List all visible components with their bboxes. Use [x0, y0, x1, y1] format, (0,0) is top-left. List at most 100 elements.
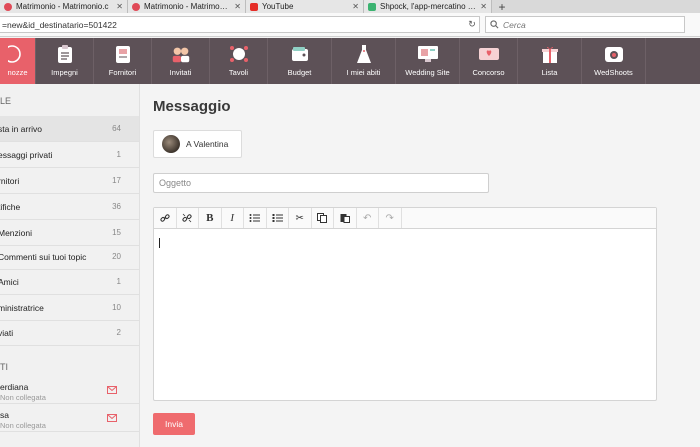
- browser-tab[interactable]: Matrimonio - Matrimonio.c ✕: [128, 0, 246, 13]
- unread-count: 15: [112, 228, 121, 237]
- gift-icon: [539, 43, 561, 65]
- undo-icon: ↶: [363, 212, 372, 224]
- sidebar-item-private-messages[interactable]: essaggi privati 1: [0, 142, 139, 168]
- unlink-button[interactable]: [177, 208, 199, 228]
- paste-icon: [340, 214, 350, 223]
- redo-icon: ↷: [385, 212, 394, 224]
- scissors-icon: ✂: [295, 212, 304, 224]
- sidebar-item-label: viati: [0, 327, 14, 338]
- sidebar-item-mentions[interactable]: Menzioni 15: [0, 220, 139, 246]
- url-text: =new&id_destinatario=501422: [2, 19, 117, 30]
- recipient-chip[interactable]: A Valentina: [153, 130, 242, 158]
- sidebar-item-friends[interactable]: Amici 1: [0, 269, 139, 295]
- sidebar-item-topic-comments[interactable]: Commenti sui tuoi topic 20: [0, 244, 139, 270]
- envelope-icon[interactable]: [107, 414, 117, 422]
- menu-item-label: nozze: [7, 68, 28, 77]
- cut-button[interactable]: ✂: [289, 208, 312, 228]
- menu-item-label: WedShoots: [594, 68, 633, 77]
- menu-item-label: Invitati: [169, 68, 192, 77]
- browser-tab-strip: Matrimonio - Matrimonio.c ✕ Matrimonio -…: [0, 0, 700, 14]
- copy-button[interactable]: [312, 208, 334, 228]
- menu-item-impegni[interactable]: Impegni: [36, 38, 94, 84]
- contact-row[interactable]: erdiana Non collegata: [0, 379, 139, 404]
- menu-item-abiti[interactable]: I miei abiti: [332, 38, 396, 84]
- vendor-icon: [112, 43, 134, 65]
- menu-item-concorso[interactable]: Concorso: [460, 38, 518, 84]
- menu-item-wedding-site[interactable]: Wedding Site: [396, 38, 460, 84]
- new-tab-button[interactable]: +: [492, 0, 512, 14]
- message-sidebar: LE sta in arrivo 64 essaggi privati 1 rn…: [0, 84, 140, 447]
- camera-icon: [603, 43, 625, 65]
- sidebar-item-vendors[interactable]: rnitori 17: [0, 168, 139, 194]
- compose-message-panel: Messaggio A Valentina B I ✂: [141, 84, 700, 447]
- numbered-list-button[interactable]: [267, 208, 289, 228]
- link-button[interactable]: [154, 208, 177, 228]
- reload-icon[interactable]: ↻: [465, 16, 479, 33]
- rich-text-editor: B I ✂ ↶ ↷: [153, 207, 657, 401]
- close-tab-icon[interactable]: ✕: [480, 2, 487, 11]
- table-icon: [228, 43, 250, 65]
- sidebar-item-label: sta in arrivo: [0, 123, 42, 134]
- checklist-icon: [54, 43, 76, 65]
- subject-input[interactable]: [153, 173, 489, 193]
- copy-icon: [317, 213, 328, 223]
- sidebar-item-label: tifiche: [0, 201, 21, 212]
- menu-item-label: I miei abiti: [346, 68, 381, 77]
- menu-item-nozze[interactable]: nozze: [0, 38, 36, 84]
- menu-item-tavoli[interactable]: Tavoli: [210, 38, 268, 84]
- tab-title: Matrimonio - Matrimonio.c: [16, 2, 109, 11]
- redo-button[interactable]: ↷: [379, 208, 402, 228]
- tab-title: Matrimonio - Matrimonio.c: [144, 2, 231, 11]
- sidebar-item-label: Amici: [0, 276, 19, 287]
- browser-tab[interactable]: Shpock, l'app-mercatino de ✕: [364, 0, 492, 13]
- wallet-icon: [289, 43, 311, 65]
- bold-button[interactable]: B: [199, 208, 222, 228]
- italic-button[interactable]: I: [222, 208, 244, 228]
- contact-row[interactable]: sa Non collegata: [0, 407, 139, 432]
- paste-button[interactable]: [334, 208, 357, 228]
- ring-icon: [7, 43, 29, 65]
- unread-count: 20: [112, 252, 121, 261]
- tab-title: Shpock, l'app-mercatino de: [380, 2, 477, 11]
- close-tab-icon[interactable]: ✕: [116, 2, 123, 11]
- sidebar-item-notifications[interactable]: tifiche 36: [0, 194, 139, 220]
- unread-count: 17: [112, 176, 121, 185]
- website-icon: [417, 43, 439, 65]
- menu-item-lista[interactable]: Lista: [518, 38, 582, 84]
- heart-favicon-icon: [4, 2, 12, 11]
- menu-item-label: Impegni: [51, 68, 78, 77]
- sidebar-item-label: Commenti sui tuoi topic: [0, 251, 87, 262]
- envelope-icon[interactable]: [107, 386, 117, 394]
- bullet-list-button[interactable]: [244, 208, 267, 228]
- close-tab-icon[interactable]: ✕: [234, 2, 241, 11]
- send-button[interactable]: Invia: [153, 413, 195, 435]
- close-tab-icon[interactable]: ✕: [352, 2, 359, 11]
- menu-item-budget[interactable]: Budget: [268, 38, 332, 84]
- sidebar-item-sent[interactable]: viati 2: [0, 320, 139, 346]
- unread-count: 1: [116, 150, 121, 159]
- sidebar-item-admin[interactable]: ministratrice 10: [0, 295, 139, 321]
- italic-icon: I: [230, 212, 235, 224]
- browser-tab[interactable]: YouTube ✕: [246, 0, 364, 13]
- tab-title: YouTube: [262, 2, 294, 11]
- bold-icon: B: [206, 212, 214, 224]
- unread-count: 10: [112, 303, 121, 312]
- unread-count: 36: [112, 202, 121, 211]
- menu-item-invitati[interactable]: Invitati: [152, 38, 210, 84]
- page-title: Messaggio: [153, 98, 231, 115]
- sidebar-item-inbox[interactable]: sta in arrivo 64: [0, 116, 139, 142]
- message-body-area[interactable]: [154, 229, 656, 400]
- undo-button[interactable]: ↶: [357, 208, 379, 228]
- unread-count: 64: [112, 124, 121, 133]
- menu-item-wedshoots[interactable]: WedShoots: [582, 38, 646, 84]
- unread-count: 2: [116, 328, 121, 337]
- contact-status: Non collegata: [0, 393, 46, 402]
- browser-tab[interactable]: Matrimonio - Matrimonio.c ✕: [0, 0, 128, 13]
- menu-item-fornitori[interactable]: Fornitori: [94, 38, 152, 84]
- heart-favicon-icon: [132, 2, 140, 11]
- bullet-list-icon: [249, 214, 261, 222]
- folders-section-title: LE: [0, 96, 12, 106]
- url-bar[interactable]: =new&id_destinatario=501422: [0, 16, 480, 33]
- unread-count: 1: [116, 277, 121, 286]
- browser-search-field[interactable]: Cerca: [485, 16, 685, 33]
